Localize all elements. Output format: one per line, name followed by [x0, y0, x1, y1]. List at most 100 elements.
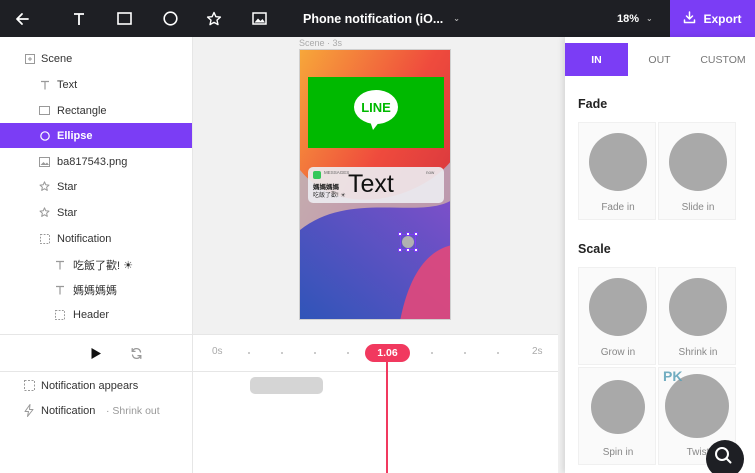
play-icon[interactable]	[90, 347, 102, 363]
animation-label: Grow in	[600, 347, 636, 358]
help-search-button[interactable]	[706, 440, 744, 473]
zoom-control[interactable]: 18% ⌄	[617, 0, 653, 37]
timeline-tracks[interactable]	[193, 372, 558, 473]
layer-item-star[interactable]: Star	[0, 174, 192, 199]
track-notification-shrink-out[interactable]: Notification · Shrink out	[0, 398, 192, 423]
tab-out[interactable]: OUT	[628, 43, 691, 76]
chevron-down-icon: ⌄	[453, 14, 460, 23]
animation-fade-in[interactable]: Fade in	[578, 122, 656, 220]
animation-label: Spin in	[602, 447, 634, 458]
group-icon	[54, 309, 65, 320]
playhead-time[interactable]: 1.06	[365, 344, 410, 362]
track-label: Notification appears	[41, 379, 139, 392]
search-icon	[714, 446, 732, 467]
notification-app-name: MESSAGES	[324, 170, 350, 175]
section-title-scale: Scale	[578, 242, 611, 256]
animation-label: Fade in	[601, 202, 635, 213]
section-title-fade: Fade	[578, 97, 608, 111]
track-sublabel: · Shrink out	[106, 404, 160, 417]
ellipse-icon	[39, 130, 50, 141]
layer-item-ba817543-png[interactable]: ba817543.png	[0, 149, 192, 174]
scene-icon	[24, 53, 35, 64]
project-title[interactable]: Phone notification (iO... ⌄	[303, 0, 460, 37]
rectangle-tool-icon[interactable]	[109, 0, 139, 37]
track-notification-appears[interactable]: Notification appears	[0, 373, 192, 398]
arrow-left-icon[interactable]	[7, 0, 37, 37]
resize-handle[interactable]	[406, 232, 410, 236]
resize-handle[interactable]	[398, 248, 402, 252]
text-tool-icon[interactable]	[64, 0, 94, 37]
layer-item-header[interactable]: Header	[0, 302, 192, 327]
tab-in[interactable]: IN	[565, 43, 628, 76]
resize-handle[interactable]	[398, 232, 402, 236]
text-icon	[39, 79, 50, 90]
layer-label: Ellipse	[57, 129, 93, 142]
animation-label: Slide in	[681, 202, 715, 213]
layer-item-scene[interactable]: Scene	[0, 46, 192, 71]
tab-custom[interactable]: CUSTOM	[691, 43, 755, 76]
timeline-clip[interactable]	[250, 377, 323, 394]
text-icon	[54, 259, 65, 270]
animation-grow-in[interactable]: Grow in	[578, 267, 656, 365]
zoom-level: 18%	[617, 12, 640, 25]
phone-frame[interactable]: LINE MESSAGES now 媽媽媽媽 吃飯了歡! ☀ Text	[299, 49, 451, 320]
star-tool-icon[interactable]	[199, 0, 229, 37]
layer-item-star[interactable]: Star	[0, 200, 192, 225]
messages-app-icon	[313, 171, 321, 179]
ruler-tick	[314, 352, 316, 354]
notification-time: now	[426, 170, 435, 175]
ruler-tick	[281, 352, 283, 354]
animation-tabs: IN OUT CUSTOM	[565, 43, 755, 76]
resize-handle[interactable]	[414, 232, 418, 236]
animation-preview	[591, 380, 645, 434]
ruler-tick	[431, 352, 433, 354]
animation-preview	[589, 278, 647, 336]
playback-controls	[0, 334, 193, 372]
loop-icon[interactable]	[130, 347, 143, 363]
ellipse-tool-icon[interactable]	[155, 0, 185, 37]
layer-label: 吃飯了歡! ☀	[73, 259, 133, 272]
layer-label: 媽媽媽媽	[73, 284, 117, 297]
track-label: Notification	[41, 404, 96, 417]
ruler-tick	[347, 352, 349, 354]
ruler-tick	[248, 352, 250, 354]
layer-item-text[interactable]: 媽媽媽媽	[0, 277, 192, 302]
group-icon	[24, 380, 35, 394]
animation-shrink-in[interactable]: Shrink in	[658, 267, 736, 365]
star-icon	[39, 207, 50, 218]
layer-item-text[interactable]: 吃飯了歡! ☀	[0, 252, 192, 277]
layer-item-text[interactable]: Text	[0, 72, 192, 97]
layer-label: Notification	[57, 232, 112, 245]
animation-label: Shrink in	[678, 347, 718, 358]
resize-handle[interactable]	[406, 248, 410, 252]
time-label-start: 0s	[212, 346, 223, 357]
rectangle-icon	[39, 105, 50, 116]
animation-preview	[669, 278, 727, 336]
image-tool-icon[interactable]	[244, 0, 274, 37]
ruler-tick	[464, 352, 466, 354]
star-icon	[39, 181, 50, 192]
line-logo-bubble: LINE	[354, 90, 398, 124]
track-labels: Notification appears Notification · Shri…	[0, 372, 193, 473]
resize-handle[interactable]	[414, 248, 418, 252]
line-logo-text: LINE	[361, 99, 391, 115]
top-toolbar: Phone notification (iO... ⌄ 18% ⌄ Export	[0, 0, 755, 37]
layer-label: ba817543.png	[57, 155, 128, 168]
playhead-line[interactable]	[386, 362, 388, 473]
ruler-tick	[497, 352, 499, 354]
selected-ellipse[interactable]	[398, 232, 418, 252]
layer-label: Star	[57, 206, 78, 219]
chevron-down-icon: ⌄	[646, 14, 653, 23]
image-icon	[39, 156, 50, 167]
overlay-text-layer[interactable]: Text	[348, 169, 394, 199]
animation-slide-in[interactable]: Slide in	[658, 122, 736, 220]
export-button[interactable]: Export	[670, 0, 755, 37]
layer-item-rectangle[interactable]: Rectangle	[0, 98, 192, 123]
project-title-text: Phone notification (iO...	[303, 11, 444, 26]
animation-spin-in[interactable]: Spin in	[578, 367, 656, 465]
layer-label: Rectangle	[57, 104, 107, 117]
layer-item-ellipse[interactable]: Ellipse	[0, 123, 192, 148]
download-icon	[683, 10, 696, 27]
time-label-end: 2s	[532, 346, 543, 357]
layer-item-notification[interactable]: Notification	[0, 226, 192, 251]
